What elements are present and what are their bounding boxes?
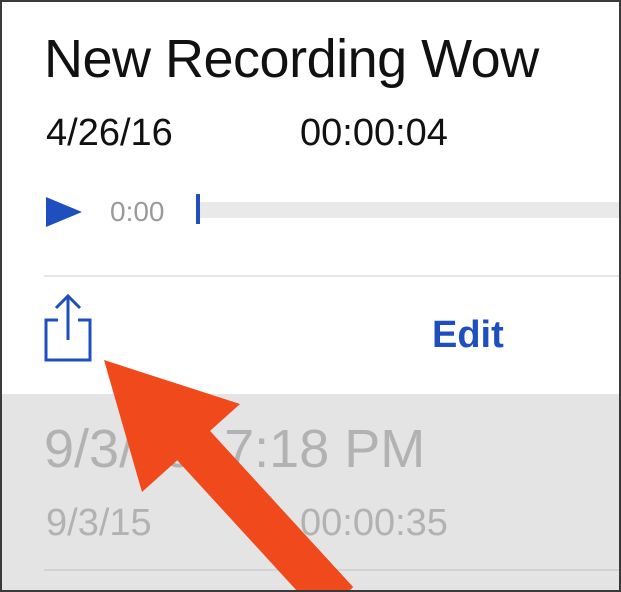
play-button[interactable] [44,195,84,229]
selected-recording-card: New Recording Wow 4/26/16 00:00:04 0:00 … [2,2,619,394]
list-divider [44,569,619,571]
current-time-label: 0:00 [110,196,165,227]
voice-memos-screen: New Recording Wow 4/26/16 00:00:04 0:00 … [0,0,621,592]
share-button[interactable] [40,292,96,364]
recording-duration: 00:00:04 [300,112,448,154]
recordings-list: 9/3/15, 7:18 PM 9/3/15 00:00:35 [2,394,619,590]
list-item-date: 9/3/15 [46,502,152,544]
scrubber-handle[interactable] [196,194,200,224]
playback-scrubber[interactable] [196,194,619,224]
recording-title: New Recording Wow [44,29,539,89]
list-item-duration: 00:00:35 [300,502,448,544]
play-icon [46,197,82,227]
recording-date: 4/26/16 [46,112,173,154]
share-icon [44,293,92,362]
list-item-title: 9/3/15, 7:18 PM [44,419,426,479]
edit-button[interactable]: Edit [432,314,504,357]
divider [44,275,619,277]
